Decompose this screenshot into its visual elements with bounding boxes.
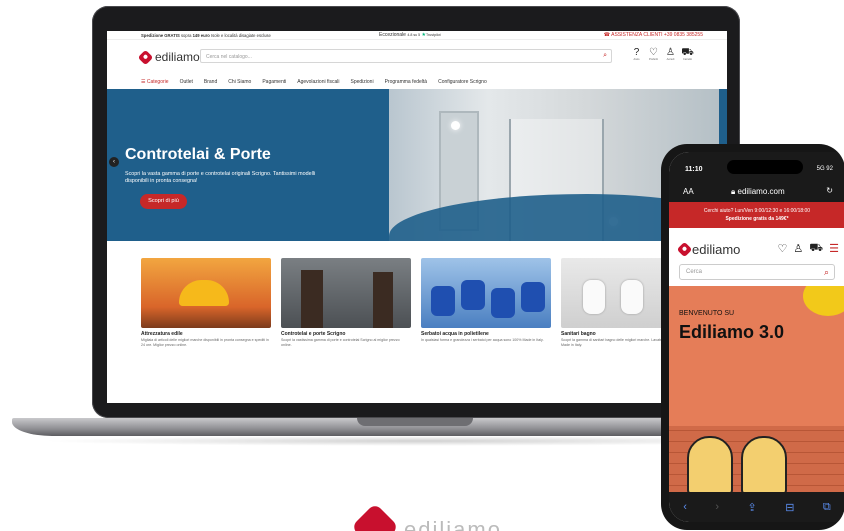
- laptop-screen: Spedizione GRATIS sopra 149 euro Isole e…: [107, 31, 727, 403]
- category-image: [281, 258, 411, 328]
- tank-illustration: [461, 280, 485, 310]
- battery-indicator: 5G 92: [816, 166, 833, 172]
- brand-logo: ediliamo: [350, 502, 502, 531]
- hero-banner: ‹ Controtelai & Porte Scopri la vasta ga…: [107, 89, 727, 241]
- nav-spedizioni[interactable]: Spedizioni: [350, 79, 373, 85]
- search-icon[interactable]: ⌕: [824, 267, 829, 278]
- category-title: Controtelai e porte Scrigno: [281, 331, 346, 337]
- trustpilot-rating[interactable]: Eccezionale 4.8 su 5 ★Trustpilot: [379, 32, 441, 38]
- helmet-illustration: [179, 280, 229, 306]
- category-title: Serbatoi acqua in polietilene: [421, 331, 489, 337]
- support-phone[interactable]: ☎ ASSISTENZA CLIENTI +39 0835 385255: [604, 32, 703, 38]
- menu-icon[interactable]: ☰: [829, 242, 839, 256]
- bookmarks-icon[interactable]: ⊟: [785, 501, 794, 514]
- hero-cta-button[interactable]: Scopri di più: [140, 194, 187, 209]
- reload-icon[interactable]: ↻: [826, 186, 833, 195]
- door-illustration: [373, 272, 393, 328]
- brand-mark-icon: [350, 502, 400, 531]
- nav-pagamenti[interactable]: Pagamenti: [262, 79, 286, 85]
- heart-icon: ♡: [649, 47, 658, 58]
- search-input[interactable]: Cerca nel catalogo... ⌕: [200, 49, 612, 63]
- category-desc: Scopri la vastissima gamma di porte e co…: [281, 338, 400, 347]
- help-hours: Cerchi aiuto? Lun/Ven 9:00/12:30 e 16:00…: [703, 208, 811, 214]
- nav-configuratore[interactable]: Configuratore Scrigno: [438, 79, 487, 85]
- welcome-headline: Ediliamo 3.0: [679, 322, 785, 342]
- category-title: Attrezzatura edile: [141, 331, 183, 337]
- reader-settings-button[interactable]: AA: [683, 187, 694, 196]
- heart-icon[interactable]: ♡: [778, 242, 788, 256]
- user-icon[interactable]: ♙: [793, 242, 803, 256]
- tabs-icon[interactable]: ⧉: [823, 501, 831, 514]
- phone-time: 11:10: [685, 166, 703, 173]
- tank-illustration: [431, 286, 455, 316]
- phone-search-input[interactable]: Cerca ⌕: [679, 264, 835, 280]
- phone-logo[interactable]: ediliamo: [676, 241, 740, 258]
- category-card[interactable]: Attrezzatura edile Migliaia di articoli …: [141, 258, 271, 347]
- phone-screen: 11:10 5G 92 AA 🔒︎ ediliamo.com ↻ Cerchi …: [669, 152, 844, 522]
- cartoon-person-illustration: [741, 436, 787, 492]
- back-icon[interactable]: ‹: [683, 501, 687, 513]
- nav-brand[interactable]: Brand: [204, 79, 217, 85]
- tank-illustration: [521, 282, 545, 312]
- scene: Spedizione GRATIS sopra 149 euro Isole e…: [0, 0, 844, 531]
- nav-programma-fedelta[interactable]: Programma fedeltà: [385, 79, 428, 85]
- share-icon[interactable]: ⇪: [748, 501, 757, 514]
- nav-outlet[interactable]: Outlet: [180, 79, 193, 85]
- phone-header: ediliamo ♡ ♙ ⛟ ☰ Cerca ⌕: [669, 228, 844, 284]
- top-info-bar: Spedizione GRATIS sopra 149 euro Isole e…: [107, 31, 727, 40]
- favorites-button[interactable]: ♡ Preferiti: [647, 48, 660, 62]
- login-button[interactable]: ♙ Accedi: [664, 48, 677, 62]
- nav-categorie[interactable]: ☰ Categorie: [141, 79, 169, 85]
- category-desc: In qualsiasi forma e grandezza i serbato…: [421, 338, 544, 342]
- site-logo[interactable]: ediliamo: [137, 49, 200, 65]
- category-desc: Migliaia di articoli delle migliori marc…: [141, 338, 269, 347]
- phone-header-actions: ♡ ♙ ⛟ ☰: [778, 242, 839, 256]
- nav-agevolazioni[interactable]: Agevolazioni fiscali: [297, 79, 339, 85]
- category-card[interactable]: Controtelai e porte Scrigno Scopri la va…: [281, 258, 411, 347]
- bidet-illustration: [621, 280, 643, 314]
- cart-icon: ⛟: [681, 47, 694, 58]
- logo-mark-icon: [676, 241, 693, 258]
- lock-icon: 🔒︎: [731, 187, 736, 196]
- category-cards: Attrezzatura edile Migliaia di articoli …: [141, 258, 727, 347]
- phone-url: 🔒︎ ediliamo.com: [731, 187, 785, 196]
- cart-button[interactable]: ⛟ Carrello: [681, 48, 694, 62]
- hero-title: Controtelai & Porte: [125, 146, 271, 163]
- cartoon-person-illustration: [687, 436, 733, 492]
- phone-frame: 11:10 5G 92 AA 🔒︎ ediliamo.com ↻ Cerchi …: [661, 144, 844, 530]
- brand-wordmark: ediliamo: [404, 517, 502, 531]
- shipping-notice: Spedizione GRATIS sopra 149 euro Isole e…: [141, 33, 271, 38]
- site-header: ediliamo Cerca nel catalogo... ⌕ ? Aiuto ♡…: [107, 40, 727, 74]
- door-illustration: [301, 270, 323, 328]
- dynamic-island: [727, 160, 803, 174]
- free-shipping-note: Spedizione gratis da 149€*: [725, 216, 789, 222]
- nav-chi-siamo[interactable]: Chi Siamo: [228, 79, 251, 85]
- user-icon: ♙: [666, 47, 675, 58]
- sun-decoration: [803, 286, 844, 316]
- logo-mark-icon: [137, 49, 154, 65]
- forward-icon[interactable]: ›: [715, 501, 719, 513]
- tank-illustration: [491, 288, 515, 318]
- phone-status-bar: 11:10 5G 92: [669, 152, 844, 182]
- hero-subtitle: Scopri la vasta gamma di porte e controt…: [125, 171, 316, 184]
- help-button[interactable]: ? Aiuto: [630, 48, 643, 62]
- search-icon[interactable]: ⌕: [603, 52, 607, 60]
- lamp-icon: [451, 121, 460, 130]
- safari-toolbar: ‹ › ⇪ ⊟ ⧉: [669, 492, 844, 522]
- phone-info-strip: Cerchi aiuto? Lun/Ven 9:00/12:30 e 16:00…: [669, 202, 844, 228]
- phone-hero: BENVENUTO SU Ediliamo 3.0: [669, 286, 844, 492]
- main-nav: ☰ Categorie Outlet Brand Chi Siamo Pagam…: [107, 76, 727, 88]
- toilet-illustration: [583, 280, 605, 314]
- category-image: [141, 258, 271, 328]
- laptop-notch: [357, 418, 473, 426]
- category-card[interactable]: Serbatoi acqua in polietilene In qualsia…: [421, 258, 551, 347]
- phone-address-bar[interactable]: AA 🔒︎ ediliamo.com ↻: [669, 182, 844, 202]
- help-icon: ?: [633, 47, 640, 58]
- header-actions: ? Aiuto ♡ Preferiti ♙ Accedi ⛟ Carrello: [630, 48, 694, 62]
- category-image: [421, 258, 551, 328]
- carousel-prev-button[interactable]: ‹: [109, 157, 119, 167]
- cart-icon[interactable]: ⛟: [809, 242, 823, 256]
- welcome-kicker: BENVENUTO SU: [679, 310, 735, 317]
